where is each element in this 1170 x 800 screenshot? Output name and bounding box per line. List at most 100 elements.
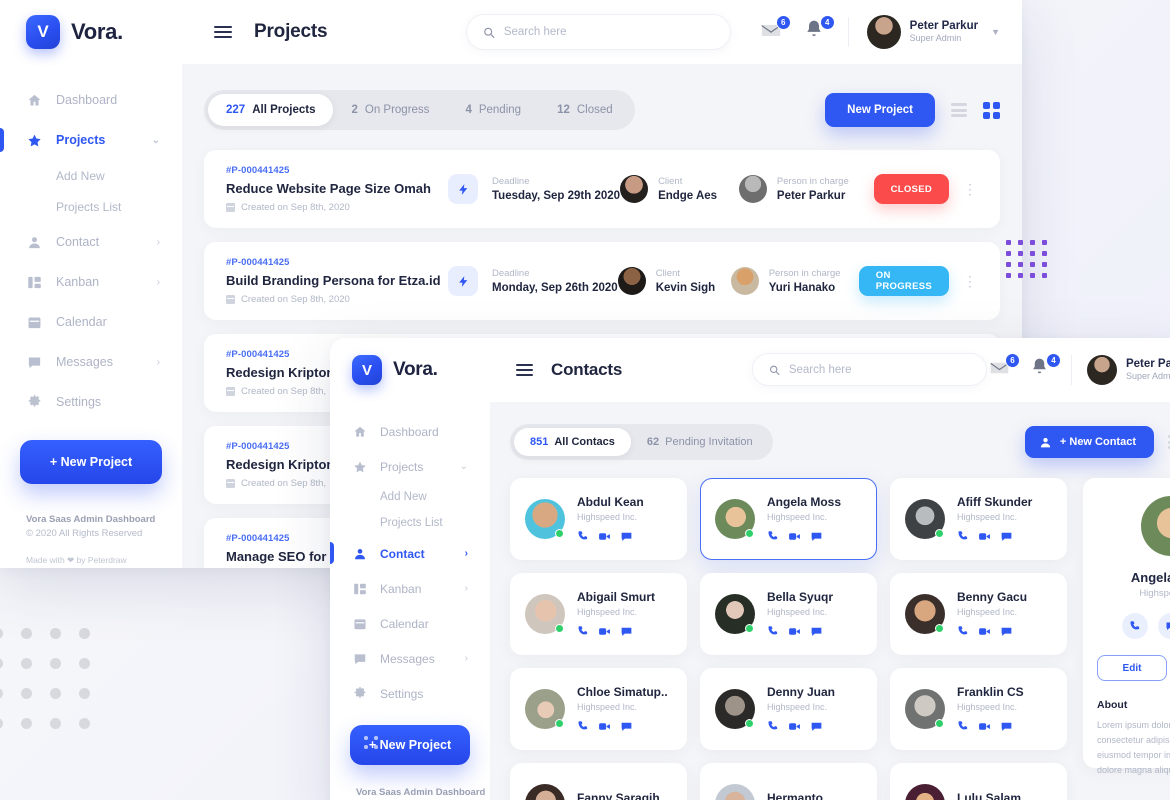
list-item[interactable]: Hermanto Highspeed Inc. [700, 763, 877, 800]
tab-on-progress[interactable]: 2 On Progress [333, 94, 447, 126]
messages-notification-button[interactable]: 6 [989, 353, 1020, 383]
alerts-notification-button[interactable]: 4 [1030, 353, 1061, 383]
grid-view-icon[interactable] [983, 101, 1000, 119]
messages-notification-button[interactable]: 6 [760, 15, 791, 45]
video-icon[interactable] [598, 720, 611, 733]
sidebar-item-kanban[interactable]: Kanban › [0, 262, 182, 302]
search-input[interactable] [503, 26, 714, 38]
user-menu[interactable]: Peter Parkur Super Admin ▼ [866, 15, 1000, 49]
tab-all-contacts[interactable]: 851 All Contacs [514, 428, 631, 456]
phone-icon[interactable] [577, 625, 589, 638]
video-icon[interactable] [788, 625, 801, 638]
phone-icon[interactable] [577, 720, 589, 733]
phone-icon[interactable] [767, 625, 779, 638]
search-bar[interactable] [466, 14, 731, 50]
sidebar-item-projects-list[interactable]: Projects List [0, 191, 182, 222]
video-icon[interactable] [788, 720, 801, 733]
user-menu[interactable]: Peter Pa Super Adm [1086, 355, 1170, 385]
sidebar-item-contact[interactable]: Contact › [0, 222, 182, 262]
search-bar[interactable] [752, 353, 987, 386]
list-item[interactable]: Franklin CS Highspeed Inc. [890, 668, 1067, 750]
list-item[interactable]: Chloe Simatup.. Highspeed Inc. [510, 668, 687, 750]
sidebar-item-calendar[interactable]: Calendar [330, 606, 490, 641]
chat-icon[interactable] [810, 625, 823, 638]
video-icon[interactable] [598, 530, 611, 543]
video-icon[interactable] [978, 625, 991, 638]
footer-title: Vora Saas Admin Dashboard [26, 514, 156, 525]
list-item[interactable]: Lulu Salam Highspeed Inc. [890, 763, 1067, 800]
row-menu-icon[interactable]: ⋮ [963, 181, 978, 198]
chat-icon[interactable] [810, 720, 823, 733]
list-item[interactable]: Bella Syuqr Highspeed Inc. [700, 573, 877, 655]
chat-icon[interactable] [620, 530, 633, 543]
new-project-sidebar-button[interactable]: + New Project [20, 440, 162, 484]
list-item[interactable]: Denny Juan Highspeed Inc. [700, 668, 877, 750]
sidebar-item-projects[interactable]: Projects ⌄ [330, 449, 490, 484]
phone-icon[interactable] [1122, 613, 1148, 639]
video-icon[interactable] [978, 720, 991, 733]
table-row[interactable]: #P-000441425 Reduce Website Page Size Om… [204, 150, 1000, 228]
new-project-sidebar-button[interactable]: + New Project [350, 725, 470, 765]
sidebar-item-messages[interactable]: Messages › [0, 342, 182, 382]
phone-icon[interactable] [767, 720, 779, 733]
video-icon[interactable] [788, 530, 801, 543]
phone-icon[interactable] [957, 625, 969, 638]
gear-icon [26, 394, 42, 410]
contact-company: Highspeed Inc. [957, 702, 1018, 712]
chat-icon[interactable] [1000, 625, 1013, 638]
list-item[interactable]: Benny Gacu Highspeed Inc. [890, 573, 1067, 655]
detail-contact-name: Angela Moss [1130, 570, 1170, 585]
sidebar-item-add-new[interactable]: Add New [330, 484, 490, 510]
tab-pending-invitation[interactable]: 62 Pending Invitation [631, 428, 769, 456]
list-item[interactable]: Angela Moss Highspeed Inc. [700, 478, 877, 560]
brand-logo[interactable]: V Vora. [330, 355, 490, 385]
avatar [905, 689, 945, 729]
chat-icon[interactable] [1000, 530, 1013, 543]
chat-icon[interactable] [1158, 613, 1170, 639]
sidebar-item-add-new[interactable]: Add New [0, 160, 182, 191]
list-item[interactable]: Afiff Skunder Highspeed Inc. [890, 478, 1067, 560]
tab-all-projects[interactable]: 227 All Projects [208, 94, 334, 126]
phone-icon[interactable] [957, 720, 969, 733]
edit-button[interactable]: Edit [1097, 655, 1167, 681]
tab-closed[interactable]: 12 Closed [539, 94, 631, 126]
list-item[interactable]: Fanny Saragih Highspeed Inc. [510, 763, 687, 800]
list-item[interactable]: Abigail Smurt Highspeed Inc. [510, 573, 687, 655]
sidebar-item-projects[interactable]: Projects ⌄ [0, 120, 182, 160]
phone-icon[interactable] [767, 530, 779, 543]
sidebar-item-dashboard[interactable]: Dashboard [330, 414, 490, 449]
sidebar-item-calendar[interactable]: Calendar [0, 302, 182, 342]
sidebar-item-messages[interactable]: Messages › [330, 641, 490, 676]
video-icon[interactable] [598, 625, 611, 638]
bell-badge: 4 [1045, 353, 1061, 368]
brand-logo[interactable]: V Vora. [0, 15, 182, 49]
sidebar-item-dashboard[interactable]: Dashboard [0, 80, 182, 120]
chat-icon[interactable] [620, 625, 633, 638]
row-menu-icon[interactable]: ⋮ [963, 273, 978, 290]
phone-icon[interactable] [577, 530, 589, 543]
sidebar-label: Settings [56, 395, 102, 409]
sidebar-item-kanban[interactable]: Kanban › [330, 571, 490, 606]
table-row[interactable]: #P-000441425 Build Branding Persona for … [204, 242, 1000, 320]
tab-pending[interactable]: 4 Pending [447, 94, 539, 126]
sidebar-item-contact[interactable]: Contact › [330, 536, 490, 571]
hamburger-menu-icon[interactable] [214, 23, 232, 41]
hamburger-menu-icon[interactable] [516, 361, 533, 379]
contacts-main: 851 All Contacs 62 Pending Invitation + … [490, 402, 1170, 800]
sidebar-item-settings[interactable]: Settings [0, 382, 182, 422]
search-input[interactable] [788, 363, 970, 376]
sidebar-item-settings[interactable]: Settings [330, 676, 490, 711]
new-contact-button[interactable]: + New Contact [1024, 426, 1154, 458]
chat-icon[interactable] [810, 530, 823, 543]
avatar [715, 499, 755, 539]
new-project-button[interactable]: New Project [825, 93, 935, 127]
list-view-icon[interactable] [951, 101, 967, 120]
vora-logo-icon: V [352, 355, 382, 385]
sidebar-item-projects-list[interactable]: Projects List [330, 510, 490, 536]
chat-icon[interactable] [620, 720, 633, 733]
chat-icon[interactable] [1000, 720, 1013, 733]
video-icon[interactable] [978, 530, 991, 543]
alerts-notification-button[interactable]: 4 [804, 15, 835, 45]
phone-icon[interactable] [957, 530, 969, 543]
list-item[interactable]: Abdul Kean Highspeed Inc. [510, 478, 687, 560]
